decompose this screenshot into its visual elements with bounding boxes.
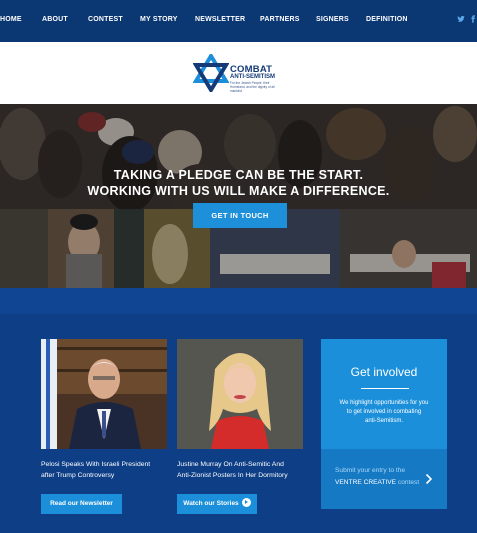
twitter-icon[interactable]	[457, 15, 465, 23]
caption-line: after Trump Controversy	[41, 472, 115, 479]
president-photo	[41, 339, 167, 449]
speaker-photo	[177, 339, 303, 449]
logo-tagline: For the Jewish People, their Homeland, a…	[230, 81, 275, 93]
nav-home[interactable]: HOME	[0, 16, 22, 23]
newsletter-card-caption[interactable]: Pelosi Speaks With Israeli President aft…	[41, 459, 171, 481]
stories-card-image[interactable]	[177, 339, 303, 449]
nav-contest[interactable]: CONTEST	[88, 16, 123, 23]
logo-bar: COMBAT ANTI-SEMITISM For the Jewish Peop…	[0, 42, 477, 104]
facebook-icon[interactable]	[469, 15, 477, 23]
nav-my-story[interactable]: MY STORY	[140, 16, 178, 23]
top-navigation: HOME ABOUT CONTEST MY STORY NEWSLETTER P…	[0, 0, 477, 42]
read-newsletter-button[interactable]: Read our Newsletter	[41, 494, 122, 514]
get-involved-title: Get involved	[350, 365, 418, 379]
main-top-band	[0, 288, 477, 314]
hero-banner: TAKING A PLEDGE CAN BE THE START. WORKIN…	[0, 104, 477, 288]
get-involved-panel: Get involved We highlight opportunities …	[321, 339, 447, 509]
contest-brand: VENTRE CREATIVE	[335, 479, 397, 486]
stories-card-caption[interactable]: Justine Murray On Anti-Semitic And Anti-…	[177, 459, 307, 481]
description-line: anti-Semitism.	[364, 418, 403, 424]
watch-stories-button[interactable]: Watch our Stories	[177, 494, 257, 514]
nav-definition[interactable]: DEFINITION	[366, 16, 408, 23]
star-of-david-icon	[193, 54, 229, 92]
caption-line: Anti-Zionist Posters In Her Dormitory	[177, 472, 288, 479]
newsletter-card-image[interactable]	[41, 339, 167, 449]
contest-submit-link[interactable]: Submit your entry to the VENTRE CREATIVE…	[321, 449, 447, 509]
get-involved-description: We highlight opportunities for you to ge…	[333, 399, 435, 426]
description-line: We highlight opportunities for you	[339, 400, 429, 406]
nav-about[interactable]: ABOUT	[42, 16, 68, 23]
play-icon	[241, 497, 251, 507]
submit-entry-text: Submit your entry to the	[335, 467, 406, 474]
hero-headline-line1: TAKING A PLEDGE CAN BE THE START.	[113, 168, 364, 182]
nav-signers[interactable]: SIGNERS	[316, 16, 349, 23]
get-in-touch-button[interactable]: GET IN TOUCH	[193, 203, 287, 228]
contest-word: contest	[397, 479, 420, 486]
description-line: to get involved in combating	[346, 409, 422, 415]
contest-name-text: VENTRE CREATIVE contest	[335, 479, 419, 486]
logo-subtitle: ANTI-SEMITISM	[230, 74, 275, 80]
hero-headline-line2: WORKING WITH US WILL MAKE A DIFFERENCE.	[87, 184, 390, 198]
caption-line: Pelosi Speaks With Israeli President	[41, 461, 151, 468]
divider	[361, 388, 409, 389]
nav-partners[interactable]: PARTNERS	[260, 16, 300, 23]
site-logo[interactable]: COMBAT ANTI-SEMITISM For the Jewish Peop…	[193, 54, 283, 93]
chevron-right-icon	[425, 473, 433, 485]
social-links	[457, 15, 477, 23]
watch-stories-label: Watch our Stories	[183, 500, 239, 507]
nav-newsletter[interactable]: NEWSLETTER	[195, 16, 245, 23]
caption-line: Justine Murray On Anti-Semitic And	[177, 461, 284, 468]
